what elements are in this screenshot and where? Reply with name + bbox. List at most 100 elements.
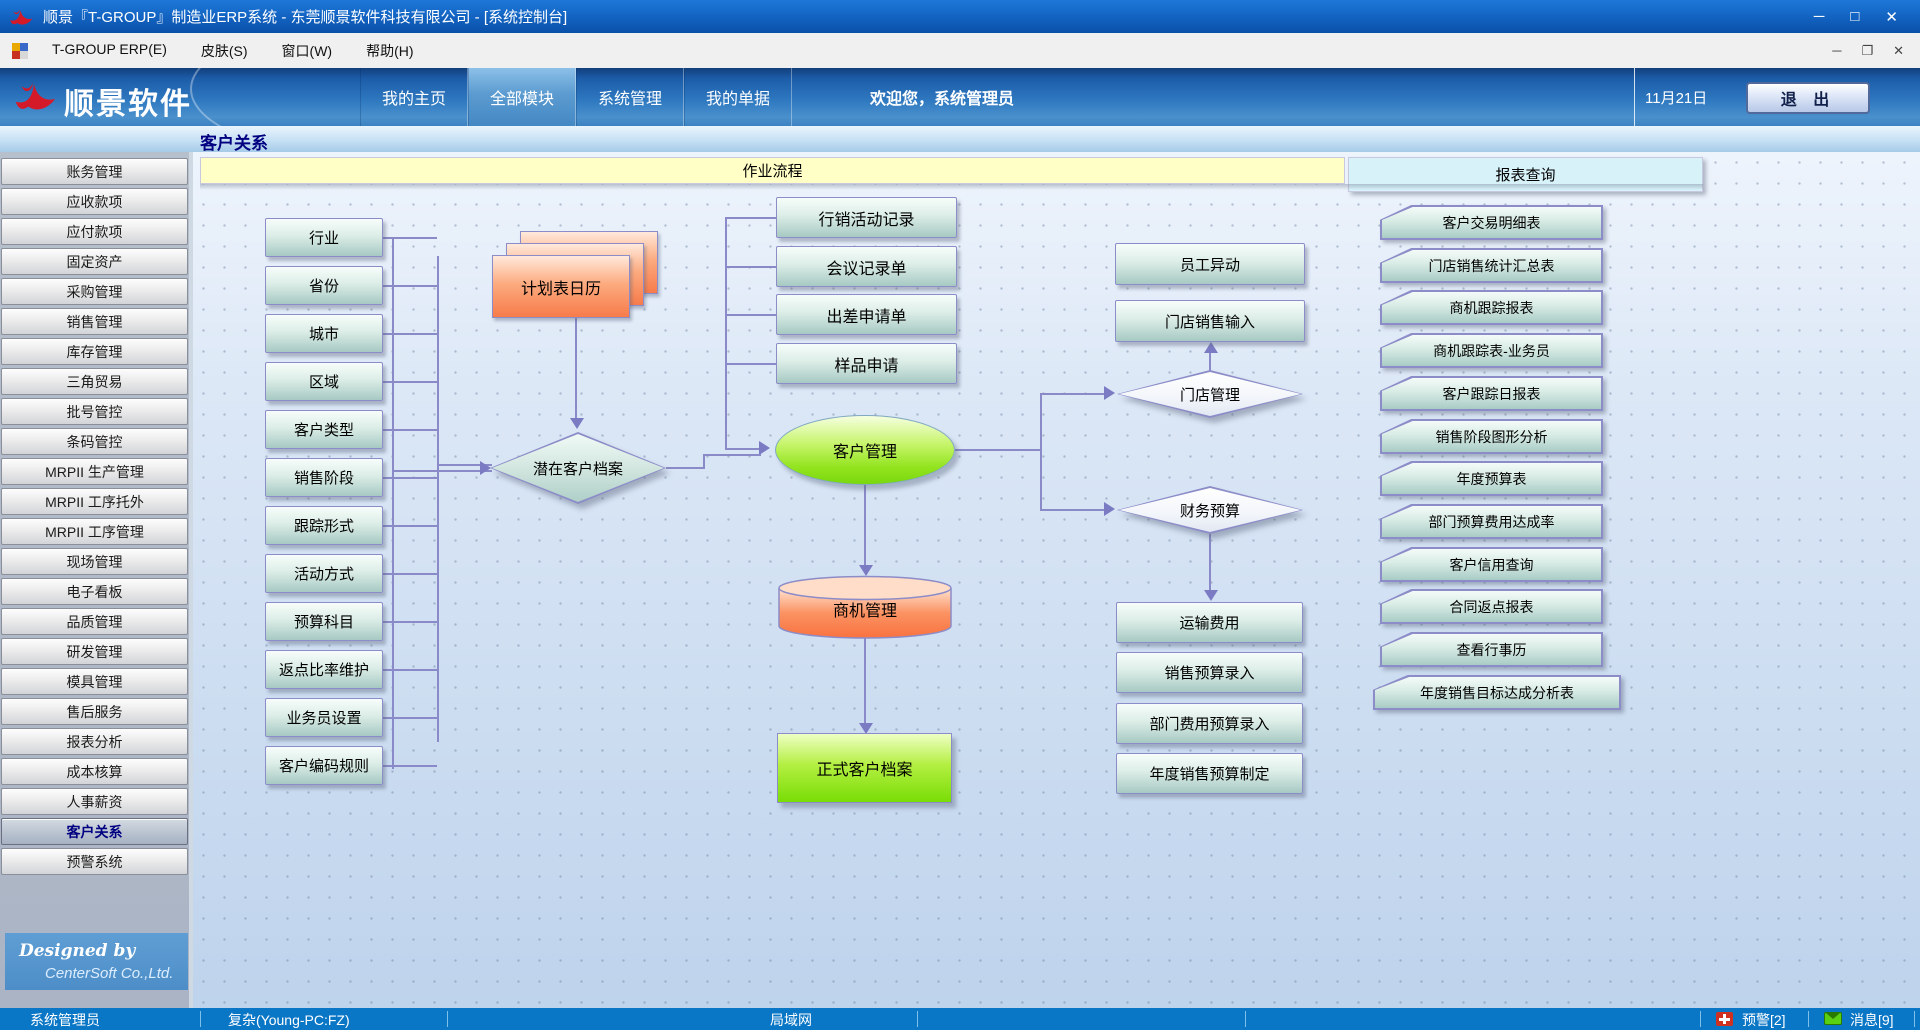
report-item-label: 查看行事历 (1380, 632, 1603, 667)
report-item[interactable]: 合同返点报表 (1380, 589, 1603, 624)
calendar-node[interactable]: 计划表日历 (492, 255, 630, 318)
maximize-icon[interactable]: □ (1850, 8, 1859, 26)
sidebar-item[interactable]: 应收款项 (1, 188, 188, 215)
config-node[interactable]: 预算科目 (265, 602, 383, 641)
sidebar-item[interactable]: 批号管控 (1, 398, 188, 425)
menu-item[interactable]: 窗口(W) (268, 37, 347, 65)
sidebar-item[interactable]: 采购管理 (1, 278, 188, 305)
sidebar-item[interactable]: 现场管理 (1, 548, 188, 575)
mdi-minimize-icon[interactable]: ─ (1832, 43, 1841, 59)
sidebar-item[interactable]: MRPII 工序管理 (1, 518, 188, 545)
report-item[interactable]: 部门预算费用达成率 (1380, 504, 1603, 539)
sidebar-item[interactable]: 应付款项 (1, 218, 188, 245)
config-node[interactable]: 返点比率维护 (265, 650, 383, 689)
sidebar-item[interactable]: 电子看板 (1, 578, 188, 605)
tab-我的主页[interactable]: 我的主页 (360, 68, 468, 126)
sidebar-item[interactable]: MRPII 工序托外 (1, 488, 188, 515)
sidebar-item[interactable]: MRPII 生产管理 (1, 458, 188, 485)
report-item[interactable]: 门店销售统计汇总表 (1380, 248, 1603, 283)
hr-node[interactable]: 员工异动 (1115, 243, 1305, 285)
menu-item[interactable]: T-GROUP ERP(E) (38, 37, 181, 65)
mdi-restore-icon[interactable]: ❐ (1861, 43, 1873, 59)
config-node[interactable]: 客户类型 (265, 410, 383, 449)
sidebar-item[interactable]: 售后服务 (1, 698, 188, 725)
sidebar-item[interactable]: 库存管理 (1, 338, 188, 365)
report-item[interactable]: 销售阶段图形分析 (1380, 419, 1603, 454)
budget-node[interactable]: 年度销售预算制定 (1116, 753, 1303, 794)
connector-line (1040, 393, 1110, 395)
config-node[interactable]: 销售阶段 (265, 458, 383, 497)
report-item[interactable]: 客户跟踪日报表 (1380, 376, 1603, 411)
opportunity-cylinder[interactable]: 商机管理 (777, 575, 953, 641)
minimize-icon[interactable]: ─ (1814, 8, 1825, 26)
menu-item[interactable]: 皮肤(S) (187, 37, 262, 65)
store-management-diamond[interactable]: 门店管理 (1117, 370, 1303, 418)
close-icon[interactable]: ✕ (1885, 8, 1898, 26)
sidebar-item[interactable]: 固定资产 (1, 248, 188, 275)
calendar-node-label: 计划表日历 (521, 275, 601, 299)
finance-budget-diamond[interactable]: 财务预算 (1117, 486, 1303, 534)
tab-系统管理[interactable]: 系统管理 (576, 68, 684, 126)
connector-line (1040, 394, 1042, 511)
report-item-label: 客户交易明细表 (1380, 205, 1603, 240)
config-node[interactable]: 业务员设置 (265, 698, 383, 737)
config-node[interactable]: 活动方式 (265, 554, 383, 593)
activity-node[interactable]: 出差申请单 (776, 294, 957, 335)
sidebar-item[interactable]: 条码管控 (1, 428, 188, 455)
config-node[interactable]: 客户编码规则 (265, 746, 383, 785)
connector-line (383, 477, 437, 479)
report-item[interactable]: 年度销售目标达成分析表 (1373, 675, 1621, 710)
report-item[interactable]: 商机跟踪报表 (1380, 290, 1603, 325)
process-header: 作业流程 (200, 157, 1345, 184)
report-item[interactable]: 商机跟踪表-业务员 (1380, 333, 1603, 368)
tab-全部模块[interactable]: 全部模块 (468, 68, 576, 126)
budget-node[interactable]: 销售预算录入 (1116, 652, 1303, 693)
status-message[interactable]: 消息[9] (1850, 1010, 1894, 1030)
report-item[interactable]: 客户信用查询 (1380, 547, 1603, 582)
customer-management-ellipse[interactable]: 客户管理 (775, 415, 955, 485)
sidebar-item[interactable]: 账务管理 (1, 158, 188, 185)
status-alert[interactable]: 预警[2] (1742, 1010, 1786, 1030)
report-item-label: 销售阶段图形分析 (1380, 419, 1603, 454)
budget-node[interactable]: 运输费用 (1116, 602, 1303, 643)
arrow-icon (759, 441, 770, 455)
config-node[interactable]: 行业 (265, 218, 383, 257)
alert-icon (1716, 1012, 1733, 1026)
welcome-text: 欢迎您，系统管理员 (870, 68, 1014, 126)
report-item[interactable]: 年度预算表 (1380, 461, 1603, 496)
config-node[interactable]: 城市 (265, 314, 383, 353)
sidebar-item[interactable]: 销售管理 (1, 308, 188, 335)
config-node[interactable]: 省份 (265, 266, 383, 305)
sidebar-item[interactable]: 人事薪资 (1, 788, 188, 815)
activity-node[interactable]: 样品申请 (776, 343, 957, 384)
config-node[interactable]: 区域 (265, 362, 383, 401)
formal-customer-box[interactable]: 正式客户档案 (777, 733, 952, 803)
potential-customer-diamond[interactable]: 潜在客户档案 (490, 432, 666, 504)
activity-node[interactable]: 行销活动记录 (776, 197, 957, 238)
status-separator (917, 1011, 918, 1027)
flowchart-canvas: 作业流程 报表查询 计划表日历 潜在客户档案 (193, 152, 1920, 1008)
tab-我的单据[interactable]: 我的单据 (684, 68, 792, 126)
report-item-label: 年度预算表 (1380, 461, 1603, 496)
sidebar-item[interactable]: 三角贸易 (1, 368, 188, 395)
hr-node[interactable]: 门店销售输入 (1115, 300, 1305, 342)
connector-line (1209, 534, 1211, 592)
sidebar-item[interactable]: 研发管理 (1, 638, 188, 665)
config-node[interactable]: 跟踪形式 (265, 506, 383, 545)
report-item[interactable]: 查看行事历 (1380, 632, 1603, 667)
sidebar-item[interactable]: 模具管理 (1, 668, 188, 695)
exit-button[interactable]: 退 出 (1746, 82, 1870, 114)
sidebar-item[interactable]: 客户关系 (1, 818, 188, 845)
activity-node[interactable]: 会议记录单 (776, 246, 957, 287)
sidebar-item[interactable]: 成本核算 (1, 758, 188, 785)
report-item-label: 合同返点报表 (1380, 589, 1603, 624)
sidebar-item[interactable]: 报表分析 (1, 728, 188, 755)
report-item[interactable]: 客户交易明细表 (1380, 205, 1603, 240)
page-title: 客户关系 (200, 129, 268, 154)
menu-item[interactable]: 帮助(H) (352, 37, 427, 65)
sidebar-item[interactable]: 预警系统 (1, 848, 188, 875)
sidebar-item[interactable]: 品质管理 (1, 608, 188, 635)
budget-node[interactable]: 部门费用预算录入 (1116, 703, 1303, 744)
mdi-close-icon[interactable]: ✕ (1893, 43, 1904, 59)
report-item-label: 年度销售目标达成分析表 (1373, 675, 1621, 710)
